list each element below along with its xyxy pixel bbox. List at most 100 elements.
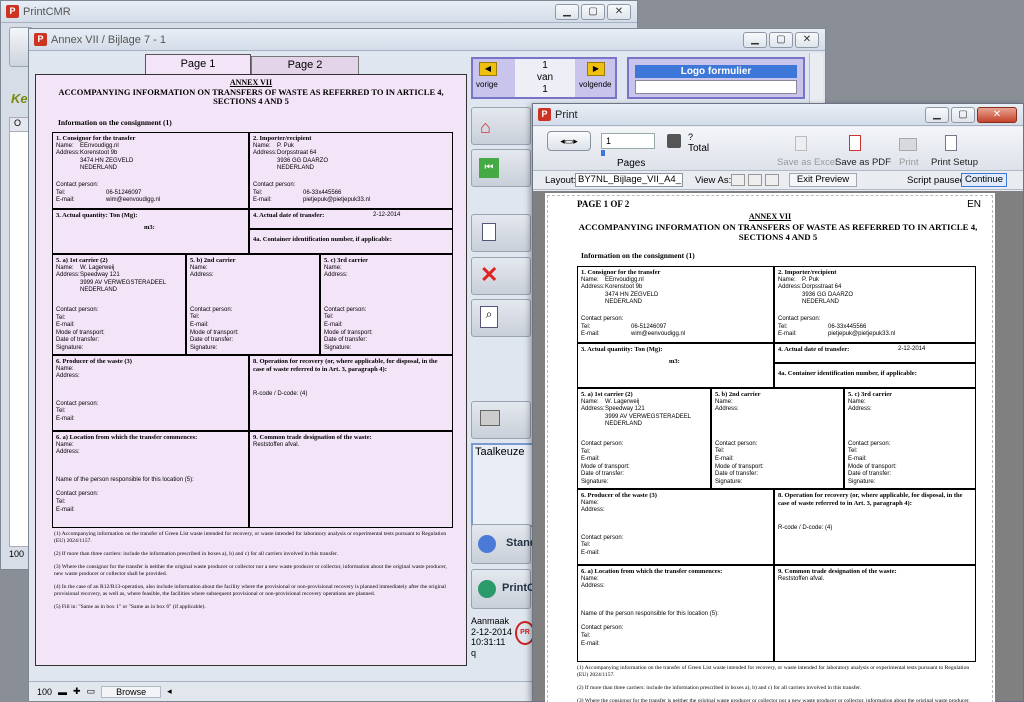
field-label: Signature: <box>190 344 218 351</box>
field-label: E-mail: <box>848 455 867 462</box>
prev-label[interactable]: vorige <box>476 80 498 89</box>
box-carrier-3: 5. c) 3rd carrier Name: Address: Contact… <box>844 388 976 489</box>
box-carrier-2: 5. b) 2nd carrier Name: Address: Contact… <box>186 254 320 355</box>
prev-arrow-icon[interactable]: ◀ <box>479 62 497 76</box>
importer-name: P. Puk <box>277 142 294 149</box>
mode-selector[interactable]: Browse <box>101 685 162 698</box>
page-stepper[interactable]: ◂▭▸ <box>547 131 591 151</box>
box-title: 5. b) 2nd carrier <box>190 257 236 264</box>
box-title: 4. Actual date of transfer: <box>778 346 850 353</box>
maximize-button[interactable]: ▢ <box>581 4 605 20</box>
home-button[interactable]: ⌂ <box>471 107 531 145</box>
first-record-button[interactable]: ⏮ <box>471 149 531 187</box>
print-button[interactable]: Print <box>899 157 919 168</box>
box-title: 4. Actual date of transfer: <box>253 212 325 219</box>
transfer-date: 2-12-2014 <box>373 212 401 218</box>
standard-button[interactable]: Stand <box>471 524 537 564</box>
view-list-icon[interactable] <box>748 174 762 186</box>
layout-value: BY7NL_Bijlage_VII_A4_... <box>578 174 683 185</box>
preview-area: PAGE 1 OF 2 EN ANNEX VII ACCOMPANYING IN… <box>533 191 1023 702</box>
layout-select[interactable]: BY7NL_Bijlage_VII_A4_... <box>575 173 683 187</box>
maximize-button[interactable]: ▢ <box>769 32 793 48</box>
annex-form-page: ANNEX VII ACCOMPANYING INFORMATION ON TR… <box>35 74 467 666</box>
language-panel: Taalkeuze <box>471 443 535 527</box>
field-label: Name: <box>56 142 74 149</box>
carrier-address: 3999 AV VERWEGSTERADEEL <box>80 279 167 286</box>
new-button[interactable] <box>471 214 531 252</box>
annex-heading: ANNEX VII <box>748 212 792 221</box>
box-title: 9. Common trade designation of the waste… <box>253 434 372 441</box>
consignor-address: 3474 HN ZEGVELD <box>80 157 134 164</box>
minimize-button[interactable]: ▁ <box>925 107 949 123</box>
box-producer: 6. Producer of the waste (3) Name: Addre… <box>52 355 249 431</box>
zoom-in-icon[interactable]: ✚ <box>73 686 81 697</box>
next-arrow-icon[interactable]: ▶ <box>587 62 605 76</box>
field-label: Date of transfer: <box>324 337 368 344</box>
box-title: 8. Operation for recovery (or, where app… <box>253 358 438 373</box>
field-label: Name of the person responsible for this … <box>56 476 194 483</box>
importer-address: Dorpsstraat 64 <box>802 284 842 291</box>
field-label: E-mail: <box>56 197 75 204</box>
maximize-button[interactable]: ▢ <box>951 107 975 123</box>
consignor-email: wim@eenvoudigg.nl <box>631 331 686 338</box>
box-title: 5. a) 1st carrier (2) <box>581 391 633 398</box>
continue-button[interactable]: Continue <box>961 173 1007 187</box>
field-label: Tel: <box>581 448 591 455</box>
field-label: Address: <box>581 583 605 590</box>
print-window: P Print ▁ ▢ ✕ ◂▭▸ 1 Pages ? Total Save a… <box>532 103 1024 702</box>
field-label: Tel: <box>56 408 66 415</box>
tab-page-2[interactable]: Page 2 <box>251 56 359 74</box>
field-label: Contact person: <box>190 306 233 313</box>
print-button[interactable] <box>471 401 531 439</box>
field-label: E-mail: <box>324 321 343 328</box>
field-label: Name: <box>324 264 342 271</box>
exit-preview-button[interactable]: Exit Preview <box>789 173 857 187</box>
field-label: Signature: <box>581 478 609 485</box>
print-setup-button[interactable]: Print Setup <box>931 157 978 168</box>
scroll-left-icon[interactable]: ◂ <box>167 686 172 697</box>
close-button[interactable]: ✕ <box>607 4 631 20</box>
field-label: Date of transfer: <box>848 471 892 478</box>
view-form-icon[interactable] <box>731 174 745 186</box>
field-label: Name: <box>56 264 74 271</box>
logo-field[interactable] <box>635 80 797 94</box>
printer-icon <box>899 138 917 151</box>
minimize-button[interactable]: ▁ <box>743 32 767 48</box>
info-heading: Information on the consignment (1) <box>581 251 695 260</box>
field-label: Contact person: <box>581 534 624 541</box>
close-button[interactable]: ✕ <box>795 32 819 48</box>
zoom-level[interactable]: 100 <box>37 687 52 697</box>
page-input[interactable]: 1 <box>601 133 655 149</box>
field-label: Name: <box>581 276 599 283</box>
total-value: ? <box>688 132 694 142</box>
save-pdf-button[interactable]: Save as PDF <box>835 157 891 168</box>
box-title: 6. Producer of the waste (3) <box>581 492 657 499</box>
layout-icon[interactable]: ▭ <box>87 686 96 697</box>
consignor-tel: 06-51246097 <box>106 189 142 196</box>
next-label[interactable]: volgende <box>579 80 611 89</box>
box-carrier-2: 5. b) 2nd carrier Name: Address: Contact… <box>711 388 844 489</box>
tab-page-1[interactable]: Page 1 <box>145 54 251 74</box>
field-label: Contact person: <box>56 400 99 407</box>
delete-button[interactable]: ✕ <box>471 257 531 295</box>
document-icon <box>482 223 496 241</box>
field-label: Name: <box>848 398 866 405</box>
view-as-label: View As: <box>695 175 732 186</box>
save-excel-button[interactable]: Save as Excel <box>777 157 837 168</box>
m3-label: m3: <box>669 357 680 365</box>
view-table-icon[interactable] <box>765 174 779 186</box>
current-page: 1 <box>542 60 548 71</box>
page-counter: 1 van 1 <box>515 59 575 97</box>
annex-titlebar: P Annex VII / Bijlage 7 - 1 ▁ ▢ ✕ <box>29 29 825 51</box>
printcmr-button[interactable]: PrintCM <box>471 569 544 609</box>
binoculars-icon[interactable] <box>667 134 681 148</box>
zoom-out-icon[interactable]: ▬ <box>58 687 67 697</box>
minimize-button[interactable]: ▁ <box>555 4 579 20</box>
footnote: (2) If more than three carriers: include… <box>577 685 861 691</box>
field-label: Address: <box>56 150 80 157</box>
close-button[interactable]: ✕ <box>977 107 1017 123</box>
footnote: (5) Fill in: "Same as in box 1" or "Same… <box>54 604 206 610</box>
field-label: Mode of transport: <box>56 329 105 336</box>
importer-address: 3936 GG DAARZO <box>277 157 329 164</box>
find-button[interactable]: ⌕ <box>471 299 531 337</box>
